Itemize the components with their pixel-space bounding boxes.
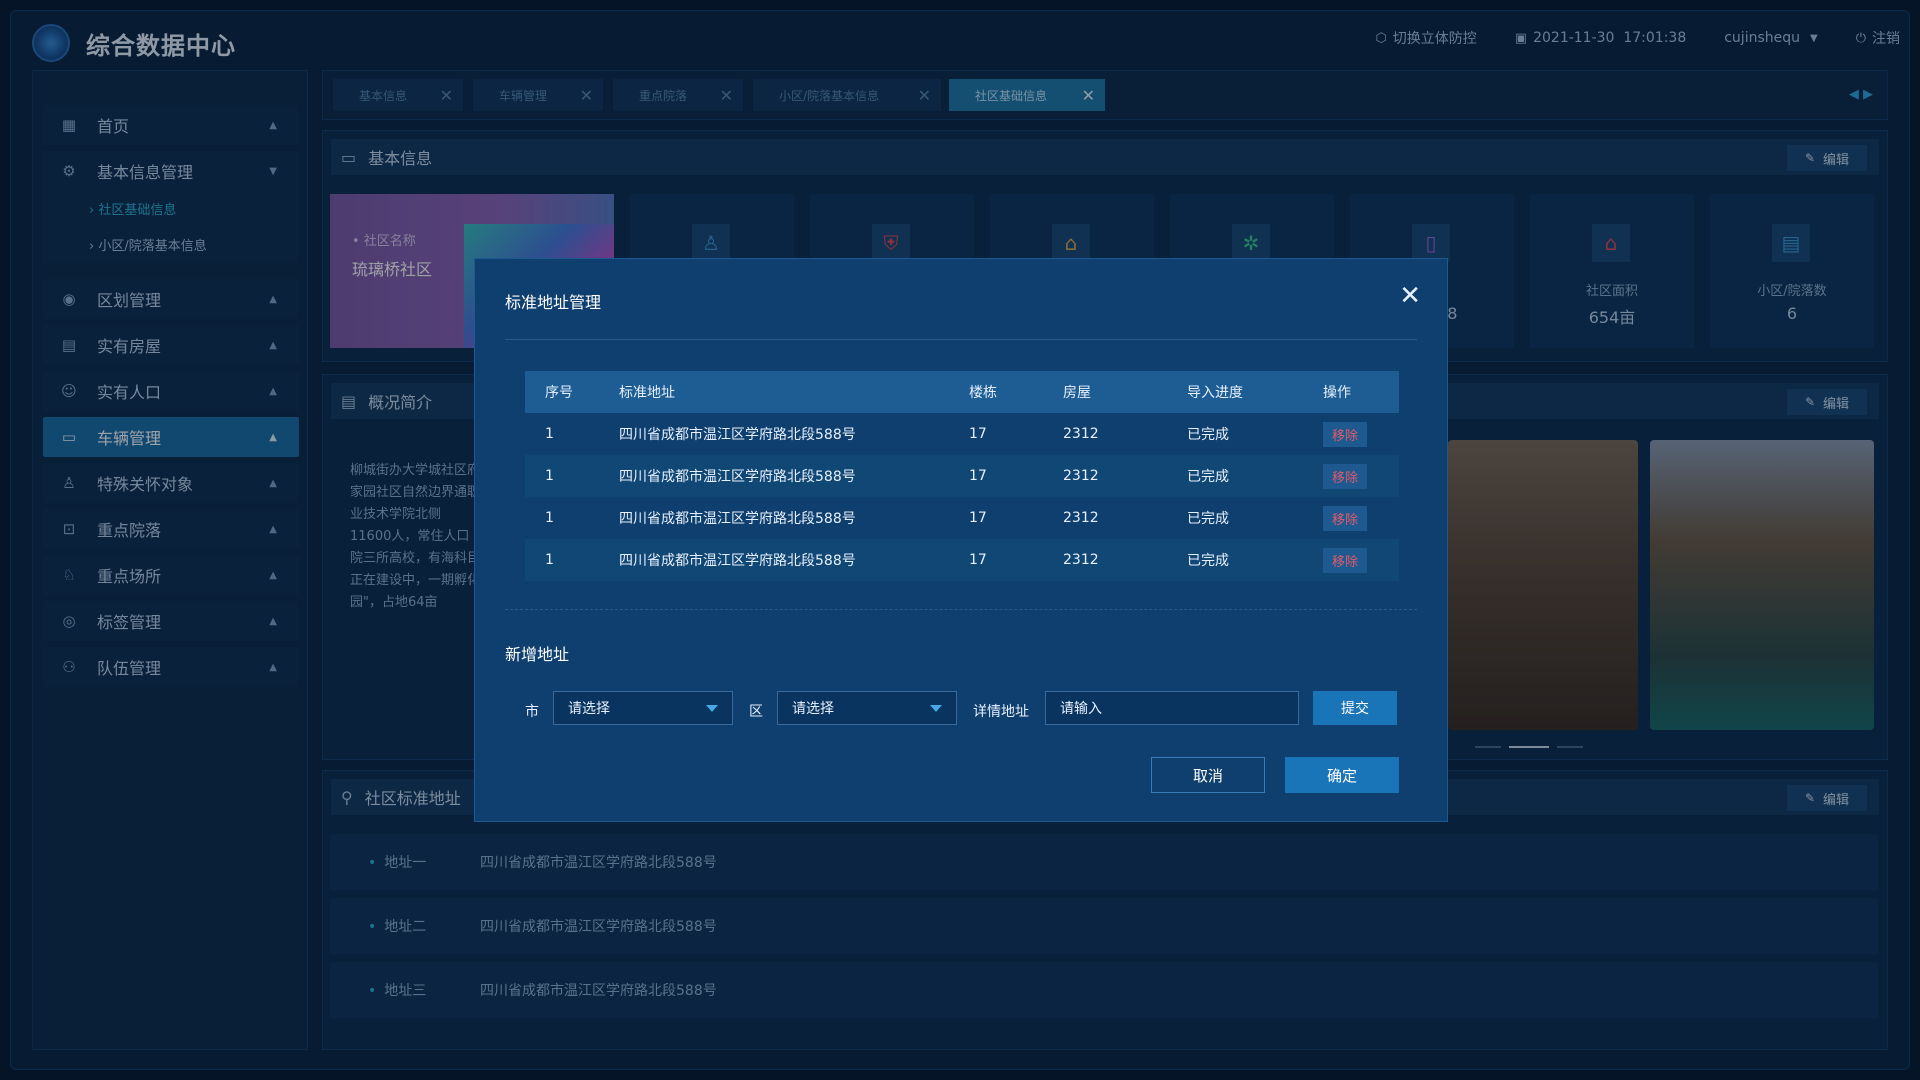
col-header: 导入进度 [1187,385,1243,401]
col-header: 序号 [545,385,573,401]
detail-label: 详情地址 [973,704,1029,720]
cell-room: 2312 [1063,426,1099,442]
cell-progress: 已完成 [1187,427,1229,443]
cancel-button[interactable]: 取消 [1151,757,1265,793]
cell-room: 2312 [1063,468,1099,484]
col-header: 操作 [1323,385,1351,401]
cell-address: 四川省成都市温江区学府路北段588号 [619,427,856,443]
col-header: 房屋 [1063,385,1091,401]
district-select[interactable]: 请选择 [777,691,957,725]
detail-input[interactable]: 请输入 [1045,691,1299,725]
table-row: 1 四川省成都市温江区学府路北段588号 17 2312 已完成 移除 [525,539,1399,581]
cell-no: 1 [545,426,554,442]
cell-progress: 已完成 [1187,469,1229,485]
address-table: 序号 标准地址 楼栋 房屋 导入进度 操作 1 四川省成都市温江区学府路北段58… [525,371,1399,581]
district-select-value: 请选择 [792,701,834,717]
remove-button[interactable]: 移除 [1323,463,1368,489]
cell-address: 四川省成都市温江区学府路北段588号 [619,553,856,569]
remove-button[interactable]: 移除 [1323,505,1368,531]
city-select-value: 请选择 [568,701,610,717]
dashed-divider [505,609,1417,610]
table-row: 1 四川省成都市温江区学府路北段588号 17 2312 已完成 移除 [525,497,1399,539]
cell-building: 17 [969,510,987,526]
cell-no: 1 [545,510,554,526]
table-header: 序号 标准地址 楼栋 房屋 导入进度 操作 [525,371,1399,413]
remove-button[interactable]: 移除 [1323,547,1368,573]
confirm-button[interactable]: 确定 [1285,757,1399,793]
cell-building: 17 [969,468,987,484]
caret-down-icon [930,705,942,712]
cell-building: 17 [969,552,987,568]
cell-address: 四川省成都市温江区学府路北段588号 [619,469,856,485]
divider [505,339,1417,340]
close-icon[interactable]: ✕ [1399,283,1421,309]
cell-progress: 已完成 [1187,553,1229,569]
remove-button[interactable]: 移除 [1323,421,1368,447]
city-select[interactable]: 请选择 [553,691,733,725]
modal-title: 标准地址管理 [505,293,602,312]
add-section-title: 新增地址 [505,645,570,664]
cell-address: 四川省成都市温江区学府路北段588号 [619,511,856,527]
district-label: 区 [749,704,763,720]
cell-progress: 已完成 [1187,511,1229,527]
caret-down-icon [706,705,718,712]
cell-room: 2312 [1063,510,1099,526]
cell-room: 2312 [1063,552,1099,568]
city-label: 市 [525,704,539,720]
cell-no: 1 [545,468,554,484]
submit-button[interactable]: 提交 [1313,691,1397,725]
table-row: 1 四川省成都市温江区学府路北段588号 17 2312 已完成 移除 [525,413,1399,455]
col-header: 楼栋 [969,385,997,401]
cell-building: 17 [969,426,987,442]
address-modal: 标准地址管理 ✕ 序号 标准地址 楼栋 房屋 导入进度 操作 1 四川省成都市温… [474,258,1448,822]
detail-placeholder: 请输入 [1060,701,1102,717]
cell-no: 1 [545,552,554,568]
table-row: 1 四川省成都市温江区学府路北段588号 17 2312 已完成 移除 [525,455,1399,497]
col-header: 标准地址 [619,385,675,401]
